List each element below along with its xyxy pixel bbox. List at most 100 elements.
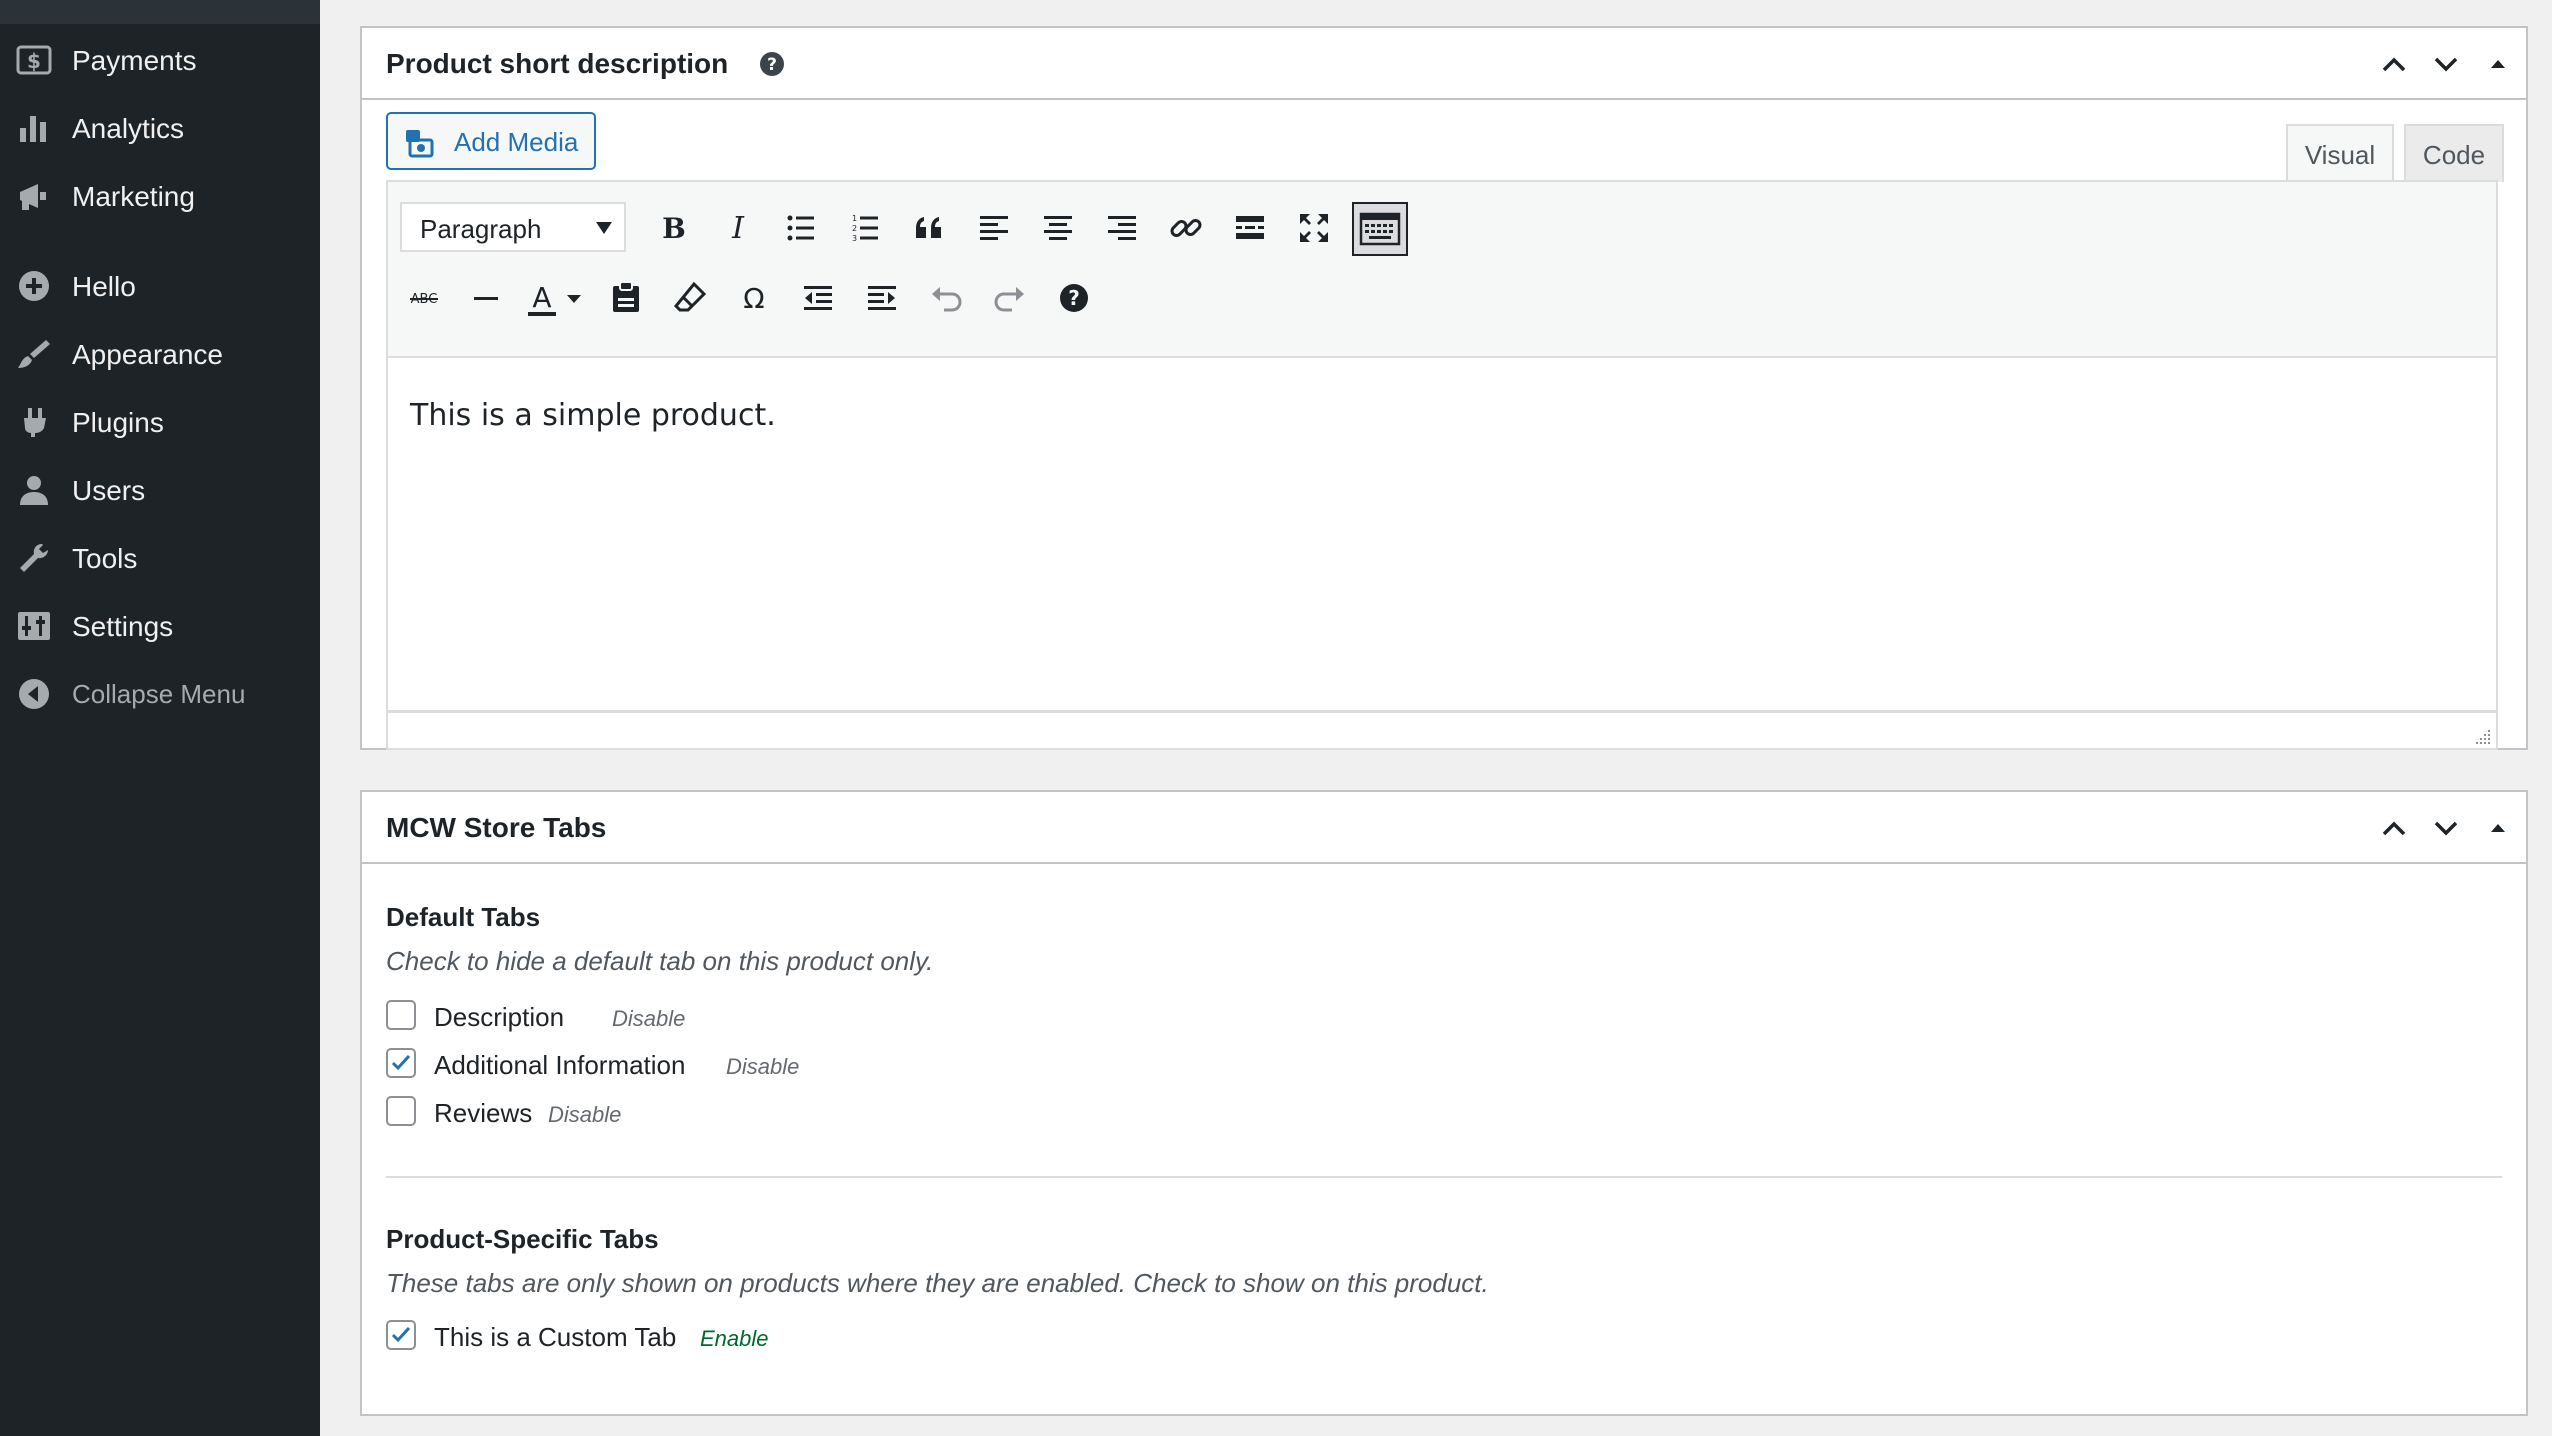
sidebar-item-marketing[interactable]: Marketing: [0, 166, 320, 226]
checkbox-note: Disable: [612, 1006, 686, 1031]
indent-button[interactable]: [858, 274, 906, 322]
checkbox-note: Disable: [548, 1102, 622, 1127]
custom-tab-checkbox[interactable]: [386, 1320, 416, 1350]
move-down-icon[interactable]: [2428, 810, 2464, 846]
toolbar-toggle-button[interactable]: [1352, 202, 1408, 256]
svg-text:?: ?: [767, 55, 777, 75]
resize-handle-icon[interactable]: [2472, 726, 2492, 746]
sidebar-item-label: Payments: [72, 45, 197, 76]
move-up-icon[interactable]: [2376, 46, 2412, 82]
svg-text:B: B: [662, 212, 686, 245]
redo-icon: [994, 287, 1024, 312]
align-left-button[interactable]: [970, 204, 1018, 252]
paste-text-button[interactable]: [602, 274, 650, 322]
svg-text:Ω: Ω: [743, 282, 764, 315]
sidebar-item-users[interactable]: Users: [0, 460, 320, 520]
svg-text:A: A: [532, 281, 551, 314]
svg-text:I: I: [731, 211, 745, 246]
bold-button[interactable]: B: [650, 204, 698, 252]
description-checkbox[interactable]: [386, 1000, 416, 1030]
metabox-title: Product short description: [386, 48, 729, 79]
sidebar-item-settings[interactable]: Settings: [0, 596, 320, 656]
sidebar-item-label: Analytics: [72, 113, 185, 144]
sidebar-item-hello[interactable]: Hello: [0, 256, 320, 316]
editor-content-area[interactable]: This is a simple product.: [386, 358, 2498, 712]
move-up-icon[interactable]: [2376, 810, 2412, 846]
toggle-panel-icon[interactable]: [2480, 46, 2516, 82]
editor-toolbar: Paragraph B I 123 ABC A Ω ?: [386, 180, 2498, 358]
outdent-button[interactable]: [794, 274, 842, 322]
checkbox-note: Disable: [726, 1054, 800, 1079]
sidebar-item-plugins[interactable]: Plugins: [0, 392, 320, 452]
megaphone-icon: [20, 184, 46, 210]
strikethrough-button[interactable]: ABC: [400, 274, 448, 322]
align-center-icon: [1044, 216, 1072, 240]
collapse-menu-button[interactable]: Collapse Menu: [0, 664, 320, 724]
tab-code[interactable]: Code: [2404, 124, 2504, 182]
align-left-icon: [980, 216, 1008, 240]
toggle-panel-icon[interactable]: [2480, 810, 2516, 846]
sidebar-item-label: Appearance: [72, 339, 224, 370]
fullscreen-icon: [1300, 214, 1328, 242]
horizontal-line-button[interactable]: [462, 274, 510, 322]
blockquote-button[interactable]: [906, 204, 954, 252]
sidebar-item-payments[interactable]: $ Payments: [0, 30, 320, 90]
wrench-icon: [20, 544, 48, 572]
text-color-button[interactable]: A: [518, 274, 566, 322]
help-icon: ?: [1060, 284, 1088, 312]
svg-text:1: 1: [852, 214, 857, 223]
special-character-button[interactable]: Ω: [730, 274, 778, 322]
add-media-button[interactable]: Add Media: [386, 112, 596, 170]
clear-formatting-button[interactable]: [666, 274, 714, 322]
redo-button[interactable]: [986, 274, 1034, 322]
sidebar-item-tools[interactable]: Tools: [0, 528, 320, 588]
plug-icon: [24, 408, 46, 437]
store-tabs-metabox: MCW Store Tabs Default Tabs Check to hid…: [360, 790, 2528, 1416]
fullscreen-button[interactable]: [1290, 204, 1338, 252]
checkmark-icon: [391, 1326, 411, 1343]
chevron-down-icon: [567, 295, 581, 303]
section-divider: [386, 1176, 2502, 1178]
svg-text:2: 2: [852, 224, 857, 233]
keyboard-shortcuts-button[interactable]: ?: [1050, 274, 1098, 322]
checkbox-label: Additional Information: [434, 1050, 686, 1080]
bar-chart-icon: [20, 116, 46, 142]
collapse-arrow-icon: [19, 679, 49, 709]
indent-icon: [868, 286, 896, 310]
paintbrush-icon: [18, 340, 50, 368]
sidebar-item-analytics[interactable]: Analytics: [0, 98, 320, 158]
insert-link-button[interactable]: [1162, 204, 1210, 252]
sidebar-item-appearance[interactable]: Appearance: [0, 324, 320, 384]
additional-information-checkbox[interactable]: [386, 1048, 416, 1078]
numbered-list-button[interactable]: 123: [842, 204, 890, 252]
collapse-menu-label: Collapse Menu: [72, 679, 246, 709]
product-specific-tabs-heading: Product-Specific Tabs: [386, 1224, 659, 1254]
checkmark-icon: [391, 1054, 411, 1071]
omega-icon: Ω: [743, 282, 764, 315]
editor-text[interactable]: This is a simple product.: [410, 398, 776, 433]
italic-button[interactable]: I: [714, 204, 762, 252]
read-more-icon: [1236, 216, 1264, 239]
text-color-dropdown[interactable]: [560, 274, 588, 322]
align-right-button[interactable]: [1098, 204, 1146, 252]
svg-text:$: $: [27, 49, 41, 73]
sidebar-item-label: Hello: [72, 271, 136, 302]
bold-icon: B: [662, 212, 686, 245]
move-down-icon[interactable]: [2428, 46, 2464, 82]
quote-icon: [916, 217, 941, 238]
tab-visual[interactable]: Visual: [2286, 124, 2394, 182]
align-center-button[interactable]: [1034, 204, 1082, 252]
add-media-label: Add Media: [454, 127, 579, 157]
reviews-checkbox[interactable]: [386, 1096, 416, 1126]
align-right-icon: [1108, 216, 1136, 240]
bullet-list-button[interactable]: [778, 204, 826, 252]
read-more-button[interactable]: [1226, 204, 1274, 252]
undo-button[interactable]: [922, 274, 970, 322]
default-tabs-description: Check to hide a default tab on this prod…: [386, 946, 934, 976]
keyboard-icon: [1359, 212, 1401, 246]
outdent-icon: [804, 286, 832, 310]
help-icon[interactable]: ?: [758, 50, 786, 78]
italic-icon: I: [731, 211, 745, 246]
format-select[interactable]: Paragraph: [400, 202, 626, 252]
default-tabs-heading: Default Tabs: [386, 902, 541, 932]
